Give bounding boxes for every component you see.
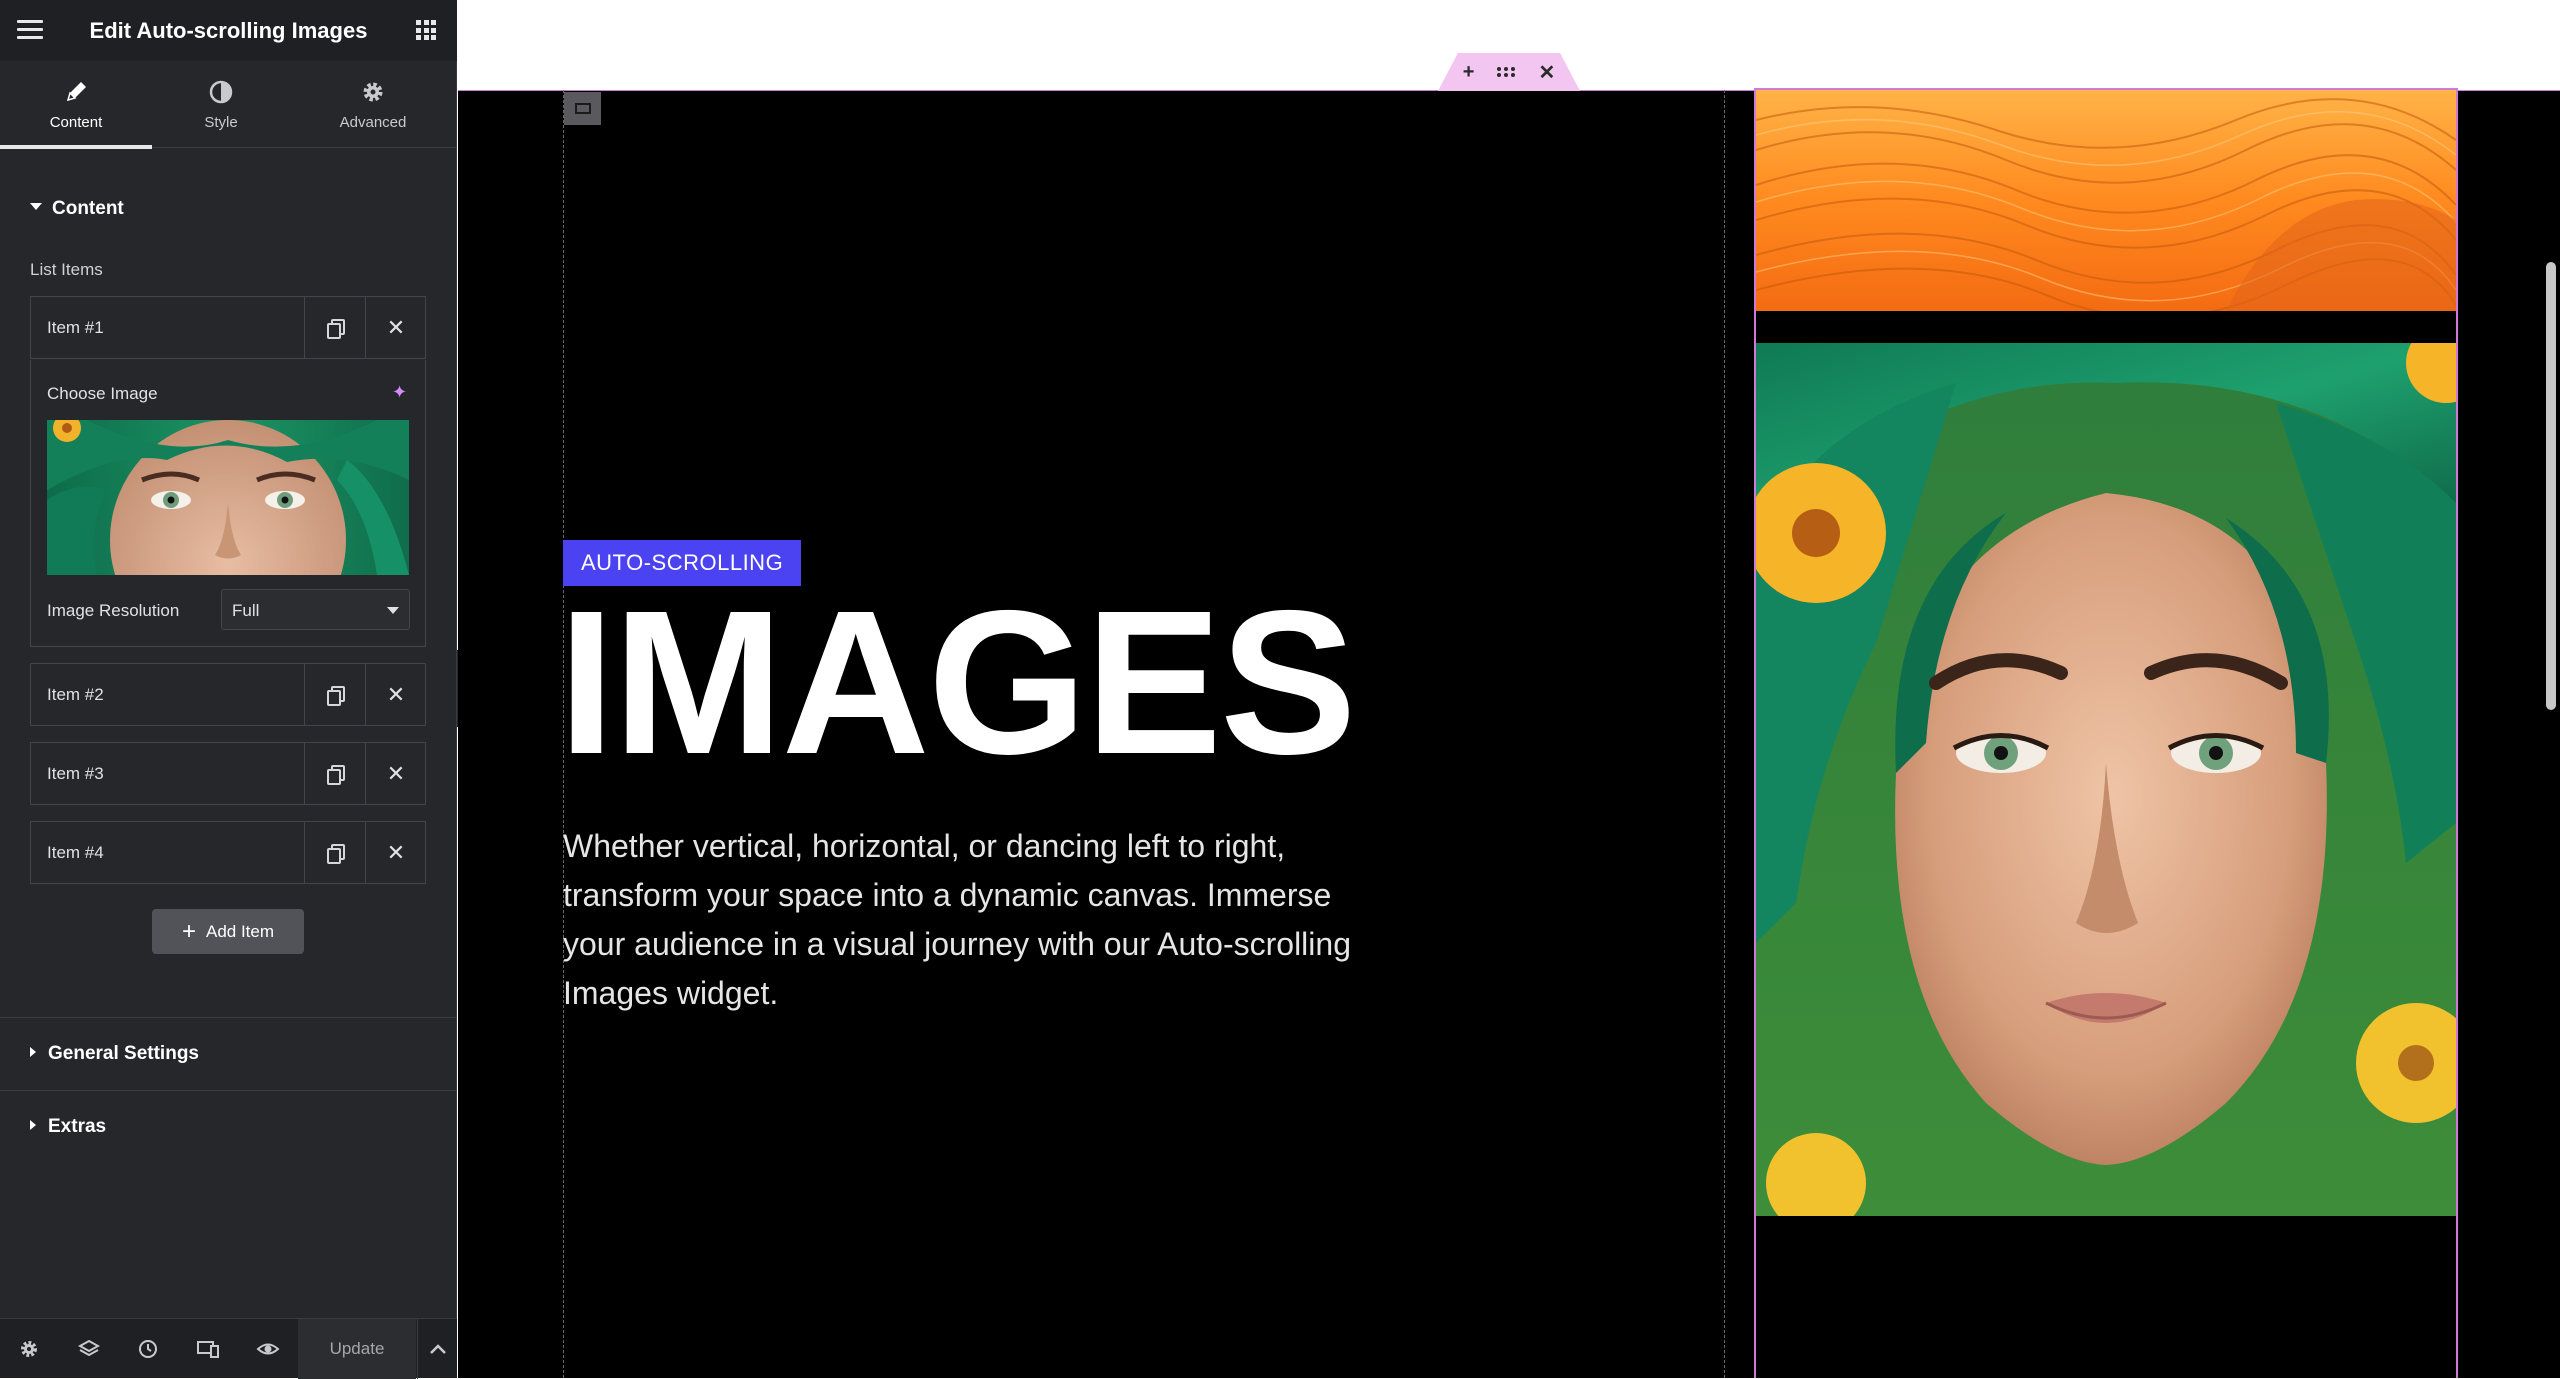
divider (0, 1017, 457, 1018)
ai-sparkle-icon[interactable]: ✦ (392, 382, 407, 403)
remove-item-button[interactable]: ✕ (365, 664, 426, 725)
duplicate-item-button[interactable] (304, 297, 365, 358)
add-item-button[interactable]: + Add Item (152, 909, 304, 954)
hero-description[interactable]: Whether vertical, horizontal, or dancing… (563, 822, 1383, 1018)
repeater-item-4[interactable]: Item #4 ✕ (30, 821, 426, 884)
update-button[interactable]: Update (298, 1319, 416, 1379)
scrolling-image-portrait (1756, 323, 2456, 1233)
close-icon: ✕ (386, 681, 406, 707)
duplicate-item-button[interactable] (304, 822, 365, 883)
tab-advanced[interactable]: Advanced (297, 61, 449, 148)
panel-header: Edit Auto-scrolling Images (0, 0, 457, 61)
general-settings-toggle[interactable]: General Settings (30, 1043, 199, 1065)
remove-item-button[interactable]: ✕ (365, 822, 426, 883)
responsive-icon[interactable] (196, 1337, 220, 1361)
panel-title: Edit Auto-scrolling Images (89, 18, 368, 43)
close-icon: ✕ (386, 839, 406, 865)
canvas-scrollbar[interactable] (2546, 262, 2556, 710)
remove-item-button[interactable]: ✕ (365, 743, 426, 804)
gear-icon (363, 82, 383, 102)
extras-toggle[interactable]: Extras (30, 1116, 106, 1138)
image-resolution-select[interactable]: Full (221, 589, 410, 630)
tab-style[interactable]: Style (145, 61, 297, 148)
copy-icon (327, 843, 345, 864)
chevron-down-icon (387, 607, 399, 614)
copy-icon (327, 764, 345, 785)
section-toolbar: + ✕ (1438, 53, 1580, 91)
image-resolution-value: Full (232, 601, 260, 620)
repeater-item-1[interactable]: Item #1 ✕ (30, 296, 426, 359)
auto-scrolling-images-widget[interactable] (1754, 88, 2458, 1378)
caret-right-icon (30, 1046, 36, 1057)
tab-style-label: Style (204, 114, 238, 131)
close-icon: ✕ (386, 314, 406, 340)
content-section-title: Content (52, 198, 124, 219)
page-canvas: + ✕ AUTO-SCROLLING IMAGES Whether vertic… (458, 0, 2560, 1378)
layers-icon[interactable] (77, 1337, 101, 1361)
duplicate-item-button[interactable] (304, 664, 365, 725)
preview-eye-icon[interactable] (256, 1337, 280, 1361)
pencil-icon (66, 82, 86, 102)
add-item-label: Add Item (205, 921, 275, 941)
divider (0, 1090, 457, 1091)
list-items-label: List Items (30, 260, 103, 279)
caret-down-icon (30, 203, 42, 211)
repeater-item-title: Item #1 (47, 318, 104, 337)
caret-right-icon (30, 1119, 36, 1130)
repeater-item-title: Item #4 (47, 843, 104, 862)
repeater-item-3[interactable]: Item #3 ✕ (30, 742, 426, 805)
panel-tabs: Content Style Advanced (0, 61, 457, 149)
column-icon (574, 103, 591, 114)
editor-panel: Edit Auto-scrolling Images Content Style (0, 0, 457, 1379)
item-1-settings: Choose Image ✦ Image Resolution Full (30, 360, 426, 647)
repeater-item-2[interactable]: Item #2 ✕ (30, 663, 426, 726)
settings-icon[interactable] (17, 1337, 41, 1361)
history-icon[interactable] (136, 1337, 160, 1361)
portrait-thumbnail-image (47, 420, 409, 575)
scrolling-image-abstract (1756, 90, 2456, 319)
content-section-toggle[interactable]: Content (30, 198, 124, 220)
general-settings-title: General Settings (48, 1043, 199, 1064)
tab-content-label: Content (49, 114, 103, 131)
copy-icon (327, 318, 345, 339)
close-icon: ✕ (386, 760, 406, 786)
add-section-icon[interactable]: + (1463, 61, 1475, 84)
drag-handle-icon[interactable] (1496, 61, 1516, 84)
green-hair-portrait-image (1756, 323, 2456, 1233)
plus-icon: + (181, 917, 196, 945)
repeater-item-title: Item #2 (47, 685, 104, 704)
chevron-up-icon[interactable] (417, 1319, 457, 1379)
copy-icon (327, 685, 345, 706)
orange-waves-image (1756, 90, 2456, 319)
remove-item-button[interactable]: ✕ (365, 297, 426, 358)
image-resolution-label: Image Resolution (47, 601, 180, 620)
tab-advanced-label: Advanced (339, 114, 407, 131)
column-outline (1724, 90, 1725, 1378)
tab-content[interactable]: Content (0, 61, 152, 149)
column-edit-handle[interactable] (564, 92, 601, 125)
choose-image-label: Choose Image (47, 384, 158, 403)
panel-footer: Update (0, 1318, 457, 1379)
widgets-grid-icon[interactable] (416, 20, 436, 40)
extras-title: Extras (48, 1116, 107, 1137)
repeater-item-title: Item #3 (47, 764, 104, 783)
hero-headline[interactable]: IMAGES (558, 580, 1357, 785)
duplicate-item-button[interactable] (304, 743, 365, 804)
delete-section-icon[interactable]: ✕ (1538, 60, 1555, 85)
contrast-icon (209, 80, 233, 104)
image-thumbnail[interactable] (47, 420, 409, 575)
